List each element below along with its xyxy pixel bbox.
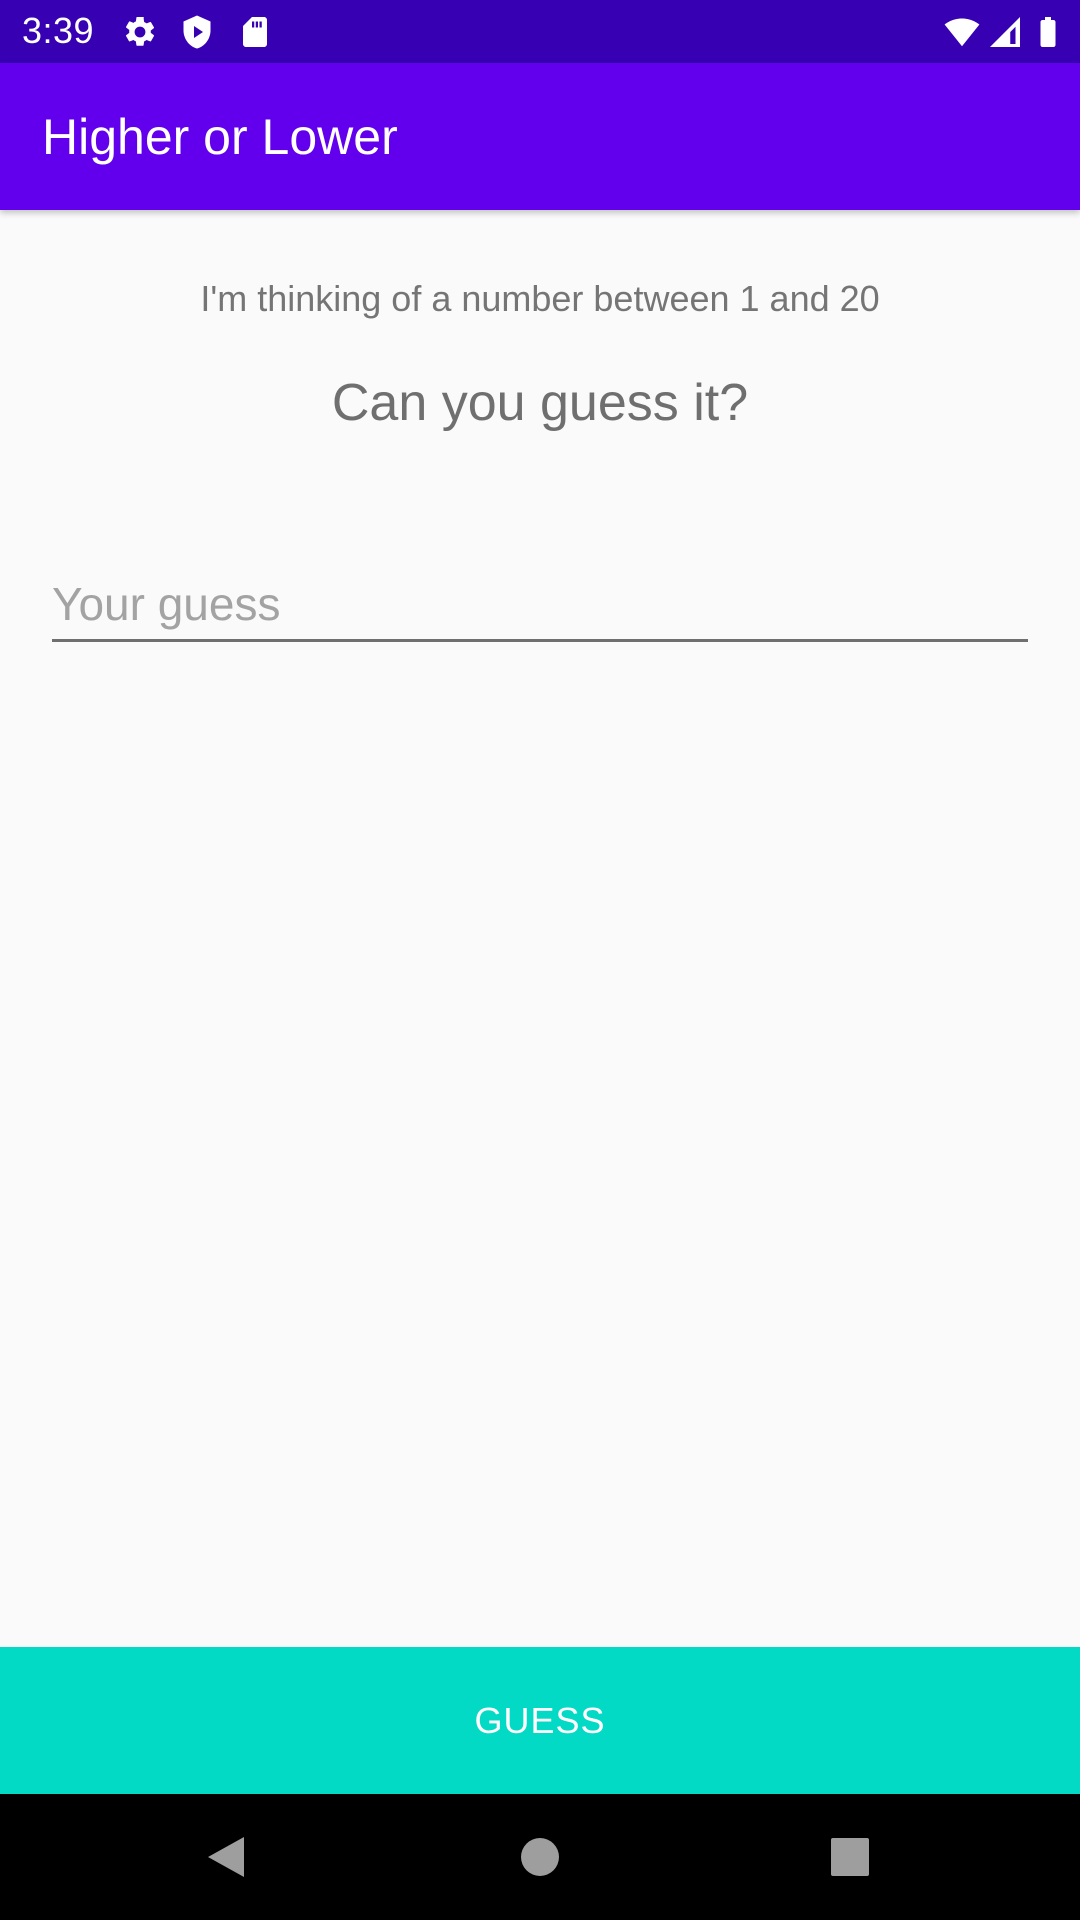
shield-play-icon	[179, 14, 215, 50]
battery-icon	[1030, 14, 1066, 50]
back-icon[interactable]	[196, 1827, 256, 1887]
guess-prompt-heading: Can you guess it?	[331, 374, 749, 432]
screen: 3:39 Higher or Lower I'm thinking of a n…	[0, 0, 1080, 1920]
system-nav-bar	[0, 1794, 1080, 1920]
home-icon[interactable]	[510, 1827, 570, 1887]
status-time: 3:39	[22, 10, 95, 51]
recents-icon[interactable]	[820, 1827, 880, 1887]
cell-signal-icon	[987, 14, 1023, 50]
wifi-icon	[944, 14, 980, 50]
sd-card-icon	[237, 14, 273, 50]
app-title: Higher or Lower	[42, 109, 398, 165]
guess-button[interactable]: GUESS	[0, 1647, 1080, 1794]
settings-icon	[122, 14, 158, 50]
range-hint-text: I'm thinking of a number between 1 and 2…	[200, 278, 880, 319]
app-bar: Higher or Lower	[0, 63, 1080, 210]
status-bar: 3:39	[0, 0, 1080, 63]
guess-input[interactable]	[52, 568, 1028, 642]
